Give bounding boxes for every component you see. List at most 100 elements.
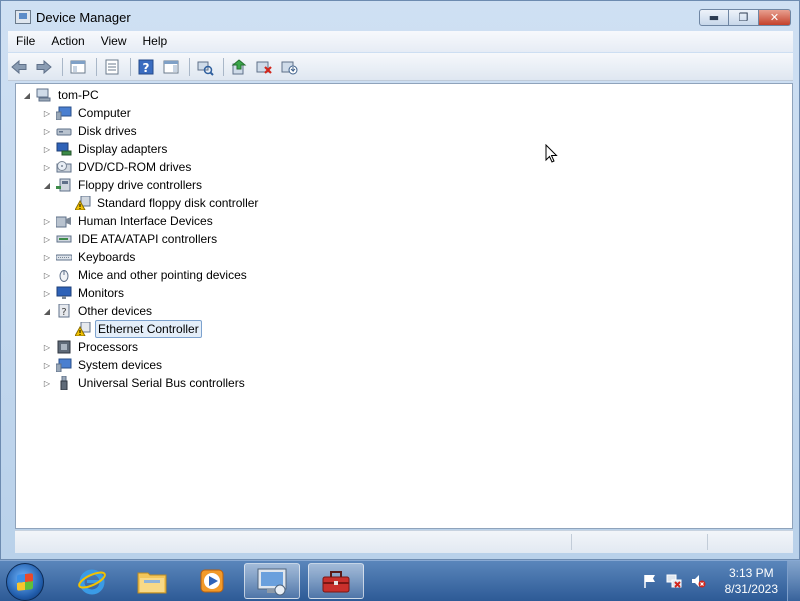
- clock-time: 3:13 PM: [728, 566, 774, 580]
- tree-item-label: System devices: [78, 358, 163, 372]
- tree-item-label: Human Interface Devices: [78, 214, 213, 228]
- tree-item-label: Standard floppy disk controller: [97, 196, 259, 210]
- taskbar-clock[interactable]: 3:13 PM 8/31/2023: [725, 565, 778, 597]
- toolbox-app-icon[interactable]: [308, 563, 364, 599]
- forward-icon[interactable]: [33, 57, 55, 77]
- toolbar-separator: [62, 57, 63, 76]
- tree-item-dvd-cdrom[interactable]: ▷ DVD/CD-ROM drives: [42, 158, 193, 176]
- tree-item-ethernet-controller[interactable]: Ethernet Controller: [61, 320, 202, 338]
- scan-hardware-icon[interactable]: [194, 57, 216, 77]
- tree-item-monitors[interactable]: ▷ Monitors: [42, 284, 126, 302]
- expand-arrow-icon[interactable]: ▷: [42, 162, 52, 172]
- device-manager-app-icon[interactable]: [244, 563, 300, 599]
- tree-item-standard-floppy[interactable]: Standard floppy disk controller: [61, 194, 260, 212]
- clock-date: 8/31/2023: [724, 582, 778, 596]
- tree-item-ide[interactable]: ▷ IDE ATA/ATAPI controllers: [42, 230, 219, 248]
- expand-arrow-icon[interactable]: ▷: [42, 360, 52, 370]
- expand-arrow-icon[interactable]: ▷: [42, 270, 52, 280]
- tree-connector: [61, 198, 71, 208]
- tree-item-label: Mice and other pointing devices: [78, 268, 247, 282]
- keyboard-icon: [55, 250, 73, 264]
- tree-item-label: Floppy drive controllers: [78, 178, 203, 192]
- tree-item-label: Processors: [78, 340, 139, 354]
- collapse-arrow-icon[interactable]: ◢: [42, 306, 52, 316]
- mouse-icon: [56, 268, 72, 282]
- tree-item-label: IDE ATA/ATAPI controllers: [78, 232, 218, 246]
- update-driver-icon[interactable]: [228, 57, 250, 77]
- toolbar-separator: [96, 57, 97, 76]
- maximize-button[interactable]: ❐: [729, 9, 759, 26]
- tree-item-computer[interactable]: ▷ Computer: [42, 104, 133, 122]
- menu-help[interactable]: Help: [135, 31, 176, 52]
- collapse-arrow-icon[interactable]: ◢: [42, 180, 52, 190]
- expand-arrow-icon[interactable]: ▷: [42, 108, 52, 118]
- floppy-controller-icon: [56, 178, 72, 192]
- expand-arrow-icon[interactable]: ▷: [42, 234, 52, 244]
- unknown-device-icon: ?: [56, 303, 72, 318]
- menu-file[interactable]: File: [8, 31, 43, 52]
- warning-device-icon: [74, 195, 91, 211]
- expand-arrow-icon[interactable]: ▷: [42, 288, 52, 298]
- warning-device-icon: [74, 321, 91, 337]
- action-center-flag-icon[interactable]: [642, 573, 658, 589]
- device-manager-window: Device Manager ▬ ❐ ✕ File Action View He…: [0, 0, 800, 560]
- menu-view[interactable]: View: [93, 31, 135, 52]
- expand-arrow-icon[interactable]: ▷: [42, 378, 52, 388]
- tree-item-floppy-controllers[interactable]: ◢ Floppy drive controllers: [42, 176, 204, 194]
- media-player-icon[interactable]: [184, 563, 240, 599]
- action-pane-icon[interactable]: [160, 57, 182, 77]
- properties-icon[interactable]: [101, 57, 123, 77]
- device-tree[interactable]: ◢ tom-PC ▷ Computer ▷ Disk drives ▷ Disp…: [15, 83, 793, 529]
- tree-item-processors[interactable]: ▷ Processors: [42, 338, 140, 356]
- status-bar: [15, 530, 793, 553]
- tree-item-keyboards[interactable]: ▷ Keyboards: [42, 248, 137, 266]
- processor-icon: [56, 340, 72, 354]
- expand-arrow-icon[interactable]: ▷: [42, 252, 52, 262]
- help-icon[interactable]: ?: [135, 57, 157, 77]
- expand-arrow-icon[interactable]: ▷: [42, 144, 52, 154]
- toolbar-separator: [130, 57, 131, 76]
- windows-explorer-icon[interactable]: [124, 563, 180, 599]
- title-bar[interactable]: Device Manager ▬ ❐ ✕: [1, 1, 799, 31]
- tree-item-usb-controllers[interactable]: ▷ Universal Serial Bus controllers: [42, 374, 247, 392]
- start-button[interactable]: [6, 563, 44, 601]
- volume-muted-icon[interactable]: [690, 573, 706, 589]
- computer-icon: [55, 106, 72, 121]
- show-hide-console-tree-icon[interactable]: [67, 57, 89, 77]
- tree-root-label: tom-PC: [58, 88, 99, 102]
- display-adapter-icon: [56, 142, 72, 156]
- minimize-button[interactable]: ▬: [699, 9, 729, 26]
- show-desktop-button[interactable]: [787, 561, 800, 601]
- toolbar-separator: [189, 57, 190, 76]
- computer-root-icon: [36, 88, 52, 102]
- tree-item-label: Ethernet Controller: [95, 320, 202, 338]
- disable-icon[interactable]: [278, 57, 300, 77]
- tree-item-label: Disk drives: [78, 124, 137, 138]
- collapse-arrow-icon[interactable]: ◢: [22, 90, 32, 100]
- uninstall-icon[interactable]: [253, 57, 275, 77]
- tree-root[interactable]: ◢ tom-PC: [22, 86, 101, 104]
- tree-item-disk-drives[interactable]: ▷ Disk drives: [42, 122, 139, 140]
- tree-item-hid[interactable]: ▷ Human Interface Devices: [42, 212, 215, 230]
- system-device-icon: [55, 358, 72, 373]
- expand-arrow-icon[interactable]: ▷: [42, 342, 52, 352]
- back-icon[interactable]: [8, 57, 30, 77]
- toolbar: ?: [8, 53, 793, 81]
- hid-icon: [55, 214, 72, 228]
- tree-item-system-devices[interactable]: ▷ System devices: [42, 356, 164, 374]
- menu-action[interactable]: Action: [43, 31, 92, 52]
- expand-arrow-icon[interactable]: ▷: [42, 126, 52, 136]
- tree-item-label: DVD/CD-ROM drives: [78, 160, 192, 174]
- dvd-drive-icon: [56, 160, 72, 174]
- tree-item-label: Computer: [78, 106, 131, 120]
- internet-explorer-icon[interactable]: [64, 563, 120, 599]
- tree-item-display-adapters[interactable]: ▷ Display adapters: [42, 140, 169, 158]
- tree-item-mice[interactable]: ▷ Mice and other pointing devices: [42, 266, 249, 284]
- tree-item-label: Universal Serial Bus controllers: [78, 376, 245, 390]
- network-error-icon[interactable]: [666, 573, 682, 589]
- disk-drive-icon: [56, 124, 72, 138]
- expand-arrow-icon[interactable]: ▷: [42, 216, 52, 226]
- system-tray: 3:13 PM 8/31/2023: [630, 561, 800, 601]
- close-button[interactable]: ✕: [759, 9, 791, 26]
- tree-item-other-devices[interactable]: ◢ ? Other devices: [42, 302, 154, 320]
